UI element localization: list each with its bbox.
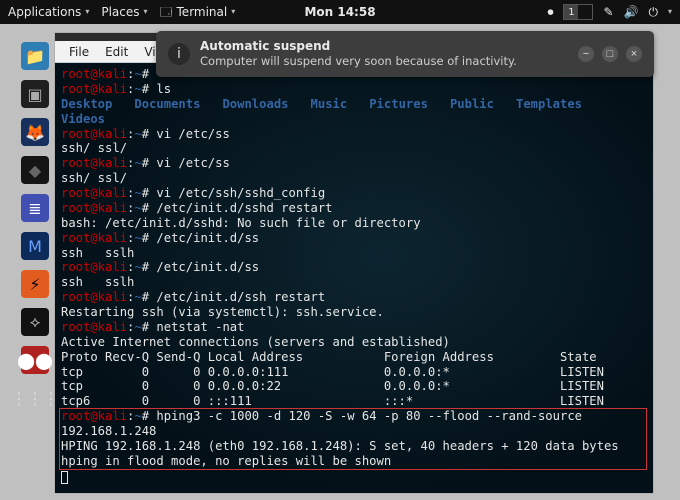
terminal-body[interactable]: root@kali:~#root@kali:~# lsDesktop Docum… bbox=[55, 63, 653, 493]
cursor-block bbox=[61, 471, 68, 484]
gnome-top-panel: Applications ▾ Places ▾ 🗔 Terminal ▾ Mon… bbox=[0, 0, 680, 24]
dock-item-files[interactable]: 📁 bbox=[21, 42, 49, 70]
dock-item-burp[interactable]: ⚡ bbox=[21, 270, 49, 298]
terminal-line: root@kali:~# vi /etc/ss bbox=[61, 156, 647, 171]
terminal-line: ssh sslh bbox=[61, 246, 647, 261]
notification-body: Computer will suspend very soon because … bbox=[200, 54, 517, 68]
dock-item-cherries[interactable]: ⬤⬤ bbox=[21, 346, 49, 374]
gnome-dock: 📁 ▣ 🦊 ◆ ≣ M ⚡ ⟡ ⬤⬤ ⋮⋮⋮ bbox=[18, 42, 52, 412]
panel-applications-label: Applications bbox=[8, 5, 81, 19]
terminal-line: Active Internet connections (servers and… bbox=[61, 335, 647, 350]
terminal-icon: 🗔 bbox=[160, 6, 173, 18]
panel-left: Applications ▾ Places ▾ 🗔 Terminal ▾ bbox=[8, 5, 235, 19]
dock-item-terminal[interactable]: ▣ bbox=[21, 80, 49, 108]
terminal-line: HPING 192.168.1.248 (eth0 192.168.1.248)… bbox=[61, 439, 647, 454]
terminal-line: Restarting ssh (via systemctl): ssh.serv… bbox=[61, 305, 647, 320]
chevron-down-icon: ▾ bbox=[143, 8, 147, 16]
terminal-line: root@kali:~# hping3 -c 1000 -d 120 -S -w… bbox=[61, 409, 647, 439]
terminal-line: root@kali:~# /etc/init.d/ss bbox=[61, 231, 647, 246]
terminal-line: tcp 0 0 0.0.0.0:22 0.0.0.0:* LISTEN bbox=[61, 379, 647, 394]
terminal-line: bash: /etc/init.d/sshd: No such file or … bbox=[61, 216, 647, 231]
close-button[interactable]: × bbox=[626, 46, 642, 62]
dock-item-editor[interactable]: ≣ bbox=[21, 194, 49, 222]
terminal-line: root@kali:~# /etc/init.d/ss bbox=[61, 260, 647, 275]
panel-right: ⏺ 1 ✎ 🔊 ⏻ ▾ bbox=[547, 4, 672, 20]
panel-places-menu[interactable]: Places ▾ bbox=[101, 5, 147, 19]
terminal-menu-file[interactable]: File bbox=[63, 43, 95, 61]
terminal-line: Proto Recv-Q Send-Q Local Address Foreig… bbox=[61, 350, 647, 365]
terminal-line: root@kali:~# /etc/init.d/sshd restart bbox=[61, 201, 647, 216]
workspace-switcher[interactable]: 1 bbox=[563, 4, 593, 20]
terminal-line: ssh/ ssl/ bbox=[61, 141, 647, 156]
dock-item-apps-grid[interactable]: ⋮⋮⋮ bbox=[21, 384, 49, 412]
notification-suspend: i Automatic suspend Computer will suspen… bbox=[156, 31, 654, 77]
workspace-1[interactable]: 1 bbox=[564, 5, 578, 19]
notification-text: Automatic suspend Computer will suspend … bbox=[200, 39, 517, 68]
panel-applications-menu[interactable]: Applications ▾ bbox=[8, 5, 89, 19]
maximize-button[interactable]: □ bbox=[602, 46, 618, 62]
workspace-2[interactable] bbox=[578, 5, 592, 19]
screencast-icon[interactable]: ⏺ bbox=[547, 6, 553, 18]
terminal-menu-edit[interactable]: Edit bbox=[99, 43, 134, 61]
chevron-down-icon: ▾ bbox=[85, 8, 89, 16]
terminal-line: root@kali:~# ls bbox=[61, 82, 647, 97]
chevron-down-icon: ▾ bbox=[231, 8, 235, 16]
info-icon: i bbox=[168, 43, 190, 65]
terminal-line: ssh sslh bbox=[61, 275, 647, 290]
terminal-line: root@kali:~# /etc/init.d/ssh restart bbox=[61, 290, 647, 305]
terminal-line bbox=[61, 469, 647, 484]
terminal-line: root@kali:~# netstat -nat bbox=[61, 320, 647, 335]
power-icon[interactable]: ⏻ bbox=[648, 6, 658, 18]
dock-item-app-dark[interactable]: ◆ bbox=[21, 156, 49, 184]
dock-item-metasploit[interactable]: M bbox=[21, 232, 49, 260]
terminal-window: File Edit View root@kali:~#root@kali:~# … bbox=[54, 32, 654, 494]
brush-icon[interactable]: ✎ bbox=[603, 6, 613, 18]
terminal-line: hping in flood mode, no replies will be … bbox=[61, 454, 647, 469]
panel-places-label: Places bbox=[101, 5, 139, 19]
terminal-line: root@kali:~# vi /etc/ss bbox=[61, 127, 647, 142]
dock-item-firefox[interactable]: 🦊 bbox=[21, 118, 49, 146]
notification-title: Automatic suspend bbox=[200, 39, 517, 54]
terminal-line: ssh/ ssl/ bbox=[61, 171, 647, 186]
panel-active-app-label: Terminal bbox=[177, 5, 228, 19]
volume-icon[interactable]: 🔊 bbox=[624, 6, 639, 18]
chevron-down-icon: ▾ bbox=[668, 8, 672, 16]
panel-active-app-menu[interactable]: 🗔 Terminal ▾ bbox=[160, 5, 236, 19]
terminal-line: Desktop Documents Downloads Music Pictur… bbox=[61, 97, 647, 127]
dock-item-armitage[interactable]: ⟡ bbox=[21, 308, 49, 336]
terminal-line: root@kali:~# vi /etc/ssh/sshd_config bbox=[61, 186, 647, 201]
panel-clock[interactable]: Mon 14:58 bbox=[304, 5, 375, 19]
terminal-line: tcp6 0 0 :::111 :::* LISTEN bbox=[61, 394, 647, 409]
terminal-line: tcp 0 0 0.0.0.0:111 0.0.0.0:* LISTEN bbox=[61, 365, 647, 380]
notification-window-controls: − □ × bbox=[578, 46, 642, 62]
minimize-button[interactable]: − bbox=[578, 46, 594, 62]
